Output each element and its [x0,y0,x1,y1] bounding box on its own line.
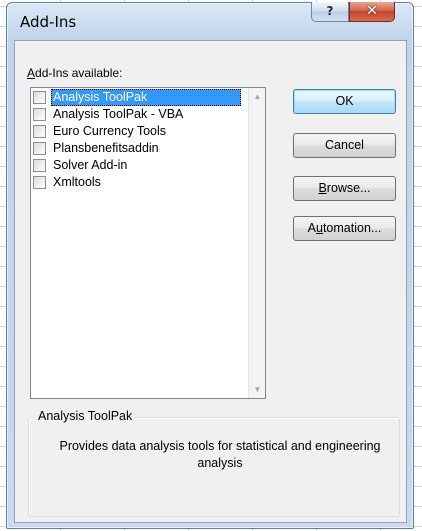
list-item[interactable]: Analysis ToolPak - VBA [32,106,247,123]
add-ins-list[interactable]: Analysis ToolPak Analysis ToolPak - VBA Eu… [30,87,266,399]
add-in-label: Plansbenefitsaddin [53,141,159,155]
add-in-description: Provides data analysis tools for statist… [59,439,381,470]
add-in-checkbox[interactable] [33,142,46,155]
close-icon: ✕ [366,3,378,19]
add-ins-list-items: Analysis ToolPak Analysis ToolPak - VBA Eu… [32,89,247,191]
scroll-up-arrow-icon[interactable]: ▲ [249,88,266,105]
dialog-body: Add-Ins available: Analysis ToolPak Analy… [14,40,407,523]
list-item[interactable]: Analysis ToolPak [32,89,247,106]
list-scrollbar[interactable]: ▲ ▼ [248,88,265,398]
list-item[interactable]: Euro Currency Tools [32,123,247,140]
add-in-checkbox[interactable] [33,108,46,121]
help-button[interactable]: ? [311,2,349,22]
add-in-checkbox[interactable] [33,159,46,172]
description-group-title: Analysis ToolPak [35,409,136,423]
browse-button[interactable]: Browse... [293,176,396,201]
add-in-label: Analysis ToolPak [51,89,241,106]
list-item[interactable]: Xmltools [32,174,247,191]
add-ins-available-label: Add-Ins available: [27,66,123,80]
add-in-checkbox[interactable] [33,176,46,189]
add-in-label: Xmltools [53,175,101,189]
add-in-label: Solver Add-in [53,158,128,172]
automation-button[interactable]: Automation... [293,216,396,241]
add-in-label: Analysis ToolPak - VBA [53,107,184,121]
cancel-button[interactable]: Cancel [293,133,396,158]
help-icon: ? [326,4,334,18]
dialog-title: Add-Ins [20,13,77,31]
add-in-label: Euro Currency Tools [53,124,167,138]
ok-button[interactable]: OK [293,89,396,114]
add-in-checkbox[interactable] [33,125,46,138]
scroll-down-arrow-icon[interactable]: ▼ [249,381,266,398]
add-ins-dialog: Add-Ins ? ✕ Add-Ins available: Analysis … [6,2,414,529]
list-item[interactable]: Plansbenefitsaddin [32,140,247,157]
close-button[interactable]: ✕ [349,2,395,22]
add-in-checkbox[interactable] [33,91,46,104]
list-item[interactable]: Solver Add-in [32,157,247,174]
